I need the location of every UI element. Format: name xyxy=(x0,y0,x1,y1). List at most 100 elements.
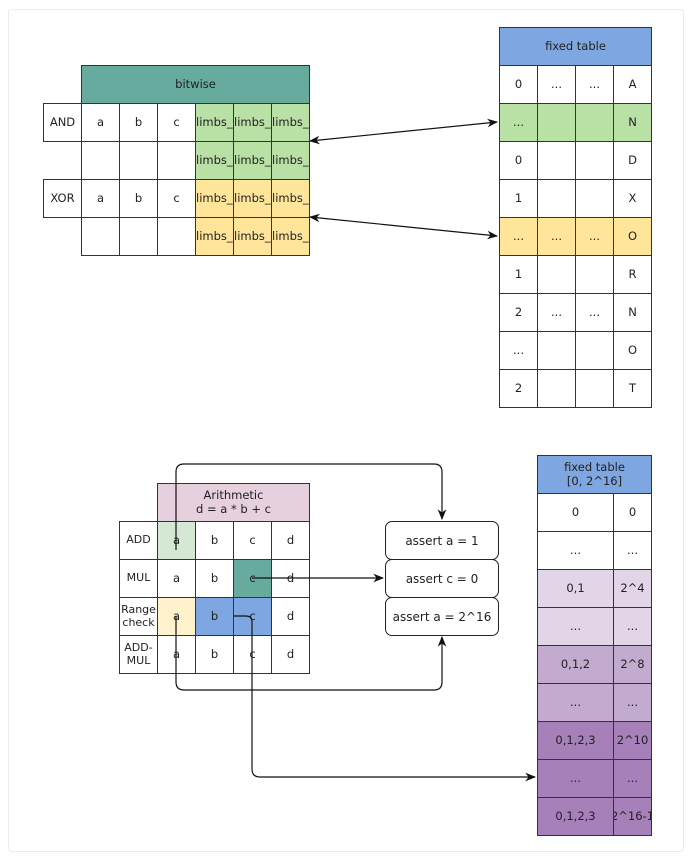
bitwise-cell: c xyxy=(157,103,196,142)
fixed-table-cell xyxy=(537,103,576,142)
range-table-title-line: fixed table xyxy=(564,460,625,475)
range-table-cell: 0 xyxy=(613,493,652,532)
arithmetic-cell: c xyxy=(233,597,272,636)
range-table-cell: 2^10 xyxy=(613,721,652,760)
fixed-table-cell: N xyxy=(613,293,652,332)
bitwise-cell xyxy=(81,217,120,256)
fixed-table-cell xyxy=(575,255,614,294)
range-table-cell: 0,1,2,3 xyxy=(537,721,614,760)
bitwise-cell: a xyxy=(81,103,120,142)
bitwise-limb-cell: limbs_a xyxy=(271,217,310,256)
fixed-table-cell xyxy=(537,331,576,370)
range-table-cell: 2^16-1 xyxy=(613,797,652,836)
range-table-header: fixed table [0, 2^16] xyxy=(537,455,652,494)
arithmetic-cell: d xyxy=(271,597,310,636)
range-table-title-line: [0, 2^16] xyxy=(566,473,623,488)
arithmetic-cell: b xyxy=(195,521,234,560)
arithmetic-row-label: MUL xyxy=(119,559,158,598)
fixed-table-cell: D xyxy=(613,141,652,180)
fixed-table-cell: ... xyxy=(537,65,576,104)
fixed-table-cell xyxy=(537,255,576,294)
arithmetic-cell: b xyxy=(195,559,234,598)
range-table-cell: ... xyxy=(537,607,614,646)
bitwise-limb-cell: limbs_a xyxy=(195,103,234,142)
fixed-table-cell: ... xyxy=(499,217,538,256)
range-table-cell: ... xyxy=(537,683,614,722)
fixed-table-cell: 1 xyxy=(499,179,538,218)
range-table-cell: ... xyxy=(613,683,652,722)
range-table-cell: ... xyxy=(613,607,652,646)
fixed-table-cell: 2 xyxy=(499,369,538,408)
arithmetic-row-label: ADD xyxy=(119,521,158,560)
arithmetic-cell: a xyxy=(157,597,196,636)
fixed-table-cell: O xyxy=(613,217,652,256)
fixed-table-cell xyxy=(537,369,576,408)
bitwise-limb-cell: limbs_a xyxy=(195,141,234,180)
range-table-cell: 2^8 xyxy=(613,645,652,684)
fixed-table-cell: ... xyxy=(575,65,614,104)
range-table-cell: 2^4 xyxy=(613,569,652,608)
fixed-table-cell: 0 xyxy=(499,65,538,104)
arithmetic-cell: c xyxy=(233,521,272,560)
fixed-table-cell xyxy=(575,179,614,218)
fixed-table-cell: 0 xyxy=(499,141,538,180)
bitwise-limb-cell: limbs_b xyxy=(233,103,272,142)
fixed-table-cell: T xyxy=(613,369,652,408)
bitwise-limb-cell: limbs_b xyxy=(271,141,310,180)
fixed-table-cell: ... xyxy=(499,331,538,370)
bitwise-limb-cell: limbs_b xyxy=(233,179,272,218)
arithmetic-cell: c xyxy=(233,559,272,598)
fixed-table-cell xyxy=(575,141,614,180)
bitwise-limb-cell: limbs_a xyxy=(195,179,234,218)
bitwise-header: bitwise xyxy=(81,65,310,104)
arithmetic-cell: d xyxy=(271,559,310,598)
bitwise-cell: b xyxy=(119,179,158,218)
bitwise-limb-cell: limbs_a xyxy=(233,217,272,256)
fixed-table-cell: ... xyxy=(537,217,576,256)
assert-box: assert a = 2^16 xyxy=(385,597,499,636)
bitwise-cell: a xyxy=(81,179,120,218)
arithmetic-cell: a xyxy=(157,521,196,560)
assert-box: assert a = 1 xyxy=(385,521,499,560)
arithmetic-cell: b xyxy=(195,635,234,674)
range-table-cell: 0,1 xyxy=(537,569,614,608)
arithmetic-row-label: ADD-MUL xyxy=(119,635,158,674)
fixed-table-cell: X xyxy=(613,179,652,218)
arithmetic-cell: a xyxy=(157,635,196,674)
arithmetic-title-line: Arithmetic xyxy=(203,488,264,503)
fixed-table-cell: 1 xyxy=(499,255,538,294)
arithmetic-cell: b xyxy=(195,597,234,636)
range-table-cell: ... xyxy=(537,531,614,570)
fixed-table-cell: ... xyxy=(537,293,576,332)
bitwise-cell xyxy=(157,217,196,256)
fixed-table-header: fixed table xyxy=(499,27,652,66)
fixed-table-cell: N xyxy=(613,103,652,142)
arithmetic-row-label: Range check xyxy=(119,597,158,636)
arithmetic-cell: d xyxy=(271,521,310,560)
bitwise-limb-cell: limbs_a xyxy=(195,217,234,256)
fixed-table-cell: O xyxy=(613,331,652,370)
fixed-table-cell: 2 xyxy=(499,293,538,332)
bitwise-cell: c xyxy=(157,179,196,218)
fixed-table-cell: ... xyxy=(575,293,614,332)
fixed-table-cell xyxy=(537,179,576,218)
bitwise-cell xyxy=(119,141,158,180)
arithmetic-title-line: d = a * b + c xyxy=(196,501,271,516)
arithmetic-cell: c xyxy=(233,635,272,674)
fixed-table-cell: ... xyxy=(575,217,614,256)
range-table-cell: 0,1,2 xyxy=(537,645,614,684)
fixed-table-cell: R xyxy=(613,255,652,294)
bitwise-cell: b xyxy=(119,103,158,142)
bitwise-limb-cell: limbs_b xyxy=(233,141,272,180)
fixed-table-cell: ... xyxy=(499,103,538,142)
arithmetic-header: Arithmetic d = a * b + c xyxy=(157,483,310,522)
range-table-cell: 0 xyxy=(537,493,614,532)
bitwise-limb-cell: limbs_c xyxy=(271,103,310,142)
bitwise-row-label: AND xyxy=(43,103,82,142)
bitwise-cell xyxy=(119,217,158,256)
arithmetic-cell: a xyxy=(157,559,196,598)
fixed-table-cell xyxy=(575,103,614,142)
range-table-cell: ... xyxy=(613,531,652,570)
range-table-cell: ... xyxy=(537,759,614,798)
bitwise-cell xyxy=(81,141,120,180)
